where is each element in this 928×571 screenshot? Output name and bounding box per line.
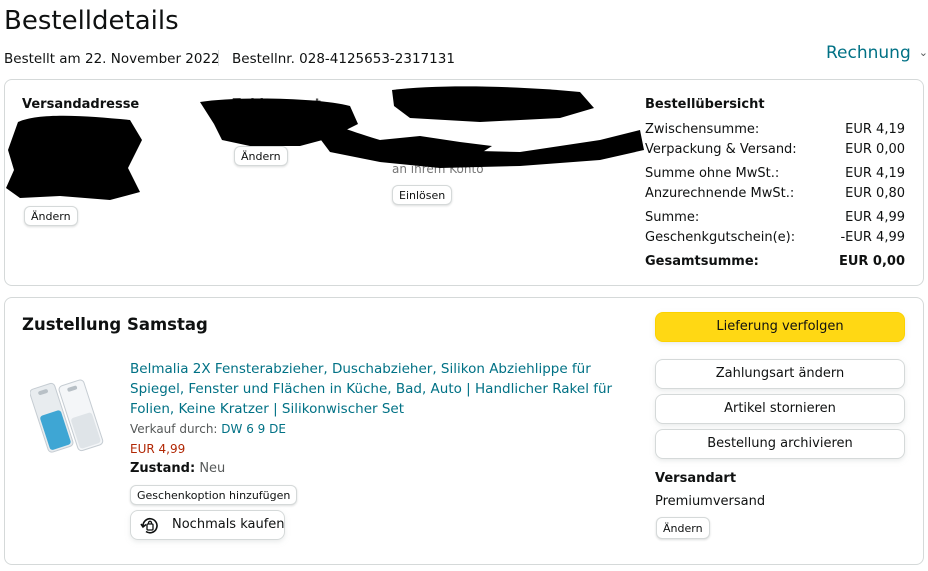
summary-heading: Bestellübersicht [645,97,765,112]
summary-value: EUR 4,99 [845,210,905,225]
condition-value: Neu [199,461,226,476]
summary-row: Geschenkgutschein(e): -EUR 4,99 [645,229,905,247]
condition: Zustand: Neu [130,461,225,476]
buy-again-label: Nochmals kaufen [172,517,285,532]
track-package-button[interactable]: Lieferung verfolgen [655,312,905,342]
summary-value: EUR 0,00 [845,142,905,157]
cancel-items-button[interactable]: Artikel stornieren [655,394,905,424]
change-payment-button[interactable]: Ändern [234,146,288,166]
summary-row: Verpackung & Versand: EUR 0,00 [645,141,905,159]
redeem-button[interactable]: Einlösen [392,185,453,205]
gift-option-button[interactable]: Geschenkoption hinzufügen [130,485,298,505]
archive-order-button[interactable]: Bestellung archivieren [655,429,905,459]
condition-label: Zustand: [130,461,196,476]
sold-by-label: Verkauf durch: [130,422,218,436]
summary-label: Summe ohne MwSt.: [645,166,780,181]
summary-row: Summe ohne MwSt.: EUR 4,19 [645,165,905,183]
summary-value: EUR 4,19 [845,166,905,181]
summary-value: EUR 0,80 [845,186,905,201]
summary-label: Anzurechnende MwSt.: [645,186,795,201]
summary-row: Zwischensumme: EUR 4,19 [645,121,905,139]
summary-label: Summe: [645,210,700,225]
delivery-heading: Zustellung Samstag [22,315,208,334]
summary-label: Geschenkgutschein(e): [645,230,796,245]
shipping-method-heading: Versandart [655,471,737,486]
summary-total-row: Gesamtsumme: EUR 0,00 [645,253,905,271]
product-image[interactable] [29,370,116,460]
shipping-method-value: Premiumversand [655,494,766,509]
summary-total-value: EUR 0,00 [838,254,905,269]
product-price: EUR 4,99 [130,442,186,456]
summary-label: Zwischensumme: [645,122,760,137]
buy-again-button[interactable]: Nochmals kaufen [130,510,285,540]
buy-again-icon [140,518,158,534]
summary-value: -EUR 4,99 [840,230,905,245]
seller-link[interactable]: DW 6 9 DE [221,422,286,436]
summary-label: Verpackung & Versand: [645,142,797,157]
summary-value: EUR 4,19 [845,122,905,137]
summary-row: Anzurechnende MwSt.: EUR 0,80 [645,185,905,203]
sold-by: Verkauf durch: DW 6 9 DE [130,422,286,436]
change-payment-method-button[interactable]: Zahlungsart ändern [655,359,905,389]
change-address-button[interactable]: Ändern [24,206,78,226]
product-title-link[interactable]: Belmalia 2X Fensterabzieher, Duschabzieh… [130,359,630,419]
change-shipping-method-button[interactable]: Ändern [656,517,710,539]
summary-total-label: Gesamtsumme: [645,254,759,269]
summary-row: Summe: EUR 4,99 [645,209,905,227]
